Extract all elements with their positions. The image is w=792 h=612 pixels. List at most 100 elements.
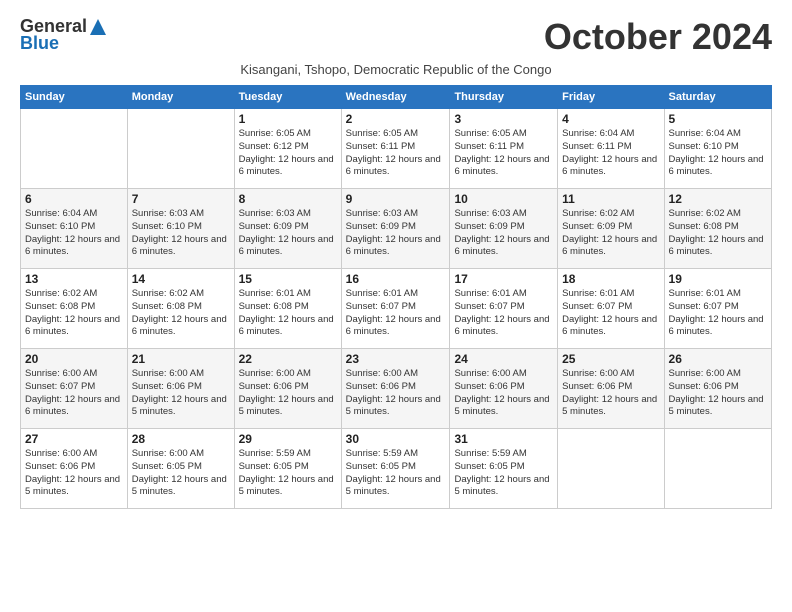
calendar-cell: 10 Sunrise: 6:03 AM Sunset: 6:09 PM Dayli…	[450, 189, 558, 269]
calendar-cell: 25 Sunrise: 6:00 AM Sunset: 6:06 PM Dayli…	[558, 349, 664, 429]
day-number: 19	[669, 272, 767, 286]
header-saturday: Saturday	[664, 86, 771, 109]
day-number: 20	[25, 352, 123, 366]
header-monday: Monday	[127, 86, 234, 109]
day-number: 10	[454, 192, 553, 206]
day-info: Sunrise: 6:02 AM Sunset: 6:08 PM Dayligh…	[25, 288, 123, 339]
day-number: 22	[239, 352, 337, 366]
calendar-cell: 14Sunrise: 6:02 AM Sunset: 6:08 PM Dayli…	[127, 269, 234, 349]
day-number: 31	[454, 432, 553, 446]
calendar-cell	[127, 109, 234, 189]
calendar-cell: 12Sunrise: 6:02 AM Sunset: 6:08 PM Dayli…	[664, 189, 771, 269]
calendar-cell: 20 Sunrise: 6:00 AM Sunset: 6:07 PM Dayli…	[21, 349, 128, 429]
logo-icon	[89, 18, 107, 36]
day-number: 24	[454, 352, 553, 366]
day-info: Sunrise: 6:03 AM Sunset: 6:09 PM Dayligh…	[346, 208, 446, 259]
day-info: Sunrise: 6:05 AM Sunset: 6:11 PM Dayligh…	[454, 128, 553, 179]
day-number: 25	[562, 352, 659, 366]
day-number: 17	[454, 272, 553, 286]
day-info: Sunrise: 6:04 AM Sunset: 6:11 PM Dayligh…	[562, 128, 659, 179]
calendar-cell: 11Sunrise: 6:02 AM Sunset: 6:09 PM Dayli…	[558, 189, 664, 269]
calendar-cell: 17 Sunrise: 6:01 AM Sunset: 6:07 PM Dayli…	[450, 269, 558, 349]
header-sunday: Sunday	[21, 86, 128, 109]
calendar-cell: 9Sunrise: 6:03 AM Sunset: 6:09 PM Daylig…	[341, 189, 450, 269]
day-info: Sunrise: 6:00 AM Sunset: 6:06 PM Dayligh…	[669, 368, 767, 419]
day-number: 28	[132, 432, 230, 446]
calendar-cell: 13 Sunrise: 6:02 AM Sunset: 6:08 PM Dayli…	[21, 269, 128, 349]
day-info: Sunrise: 6:03 AM Sunset: 6:10 PM Dayligh…	[132, 208, 230, 259]
day-info: Sunrise: 6:04 AM Sunset: 6:10 PM Dayligh…	[669, 128, 767, 179]
header: General Blue October 2024	[20, 16, 772, 58]
day-number: 30	[346, 432, 446, 446]
day-info: Sunrise: 6:00 AM Sunset: 6:05 PM Dayligh…	[132, 448, 230, 499]
day-number: 6	[25, 192, 123, 206]
calendar-cell: 22 Sunrise: 6:00 AM Sunset: 6:06 PM Dayli…	[234, 349, 341, 429]
day-number: 8	[239, 192, 337, 206]
calendar-cell: 30 Sunrise: 5:59 AM Sunset: 6:05 PM Dayli…	[341, 429, 450, 509]
header-thursday: Thursday	[450, 86, 558, 109]
calendar-cell: 18 Sunrise: 6:01 AM Sunset: 6:07 PM Dayli…	[558, 269, 664, 349]
subtitle: Kisangani, Tshopo, Democratic Republic o…	[20, 62, 772, 77]
calendar-header-row: Sunday Monday Tuesday Wednesday Thursday…	[21, 86, 772, 109]
calendar-cell: 1 Sunrise: 6:05 AM Sunset: 6:12 PM Daylig…	[234, 109, 341, 189]
day-number: 15	[239, 272, 337, 286]
day-number: 2	[346, 112, 446, 126]
calendar-week-3: 13 Sunrise: 6:02 AM Sunset: 6:08 PM Dayli…	[21, 269, 772, 349]
day-number: 26	[669, 352, 767, 366]
month-title: October 2024	[544, 16, 772, 58]
day-info: Sunrise: 6:00 AM Sunset: 6:07 PM Dayligh…	[25, 368, 123, 419]
day-info: Sunrise: 6:00 AM Sunset: 6:06 PM Dayligh…	[454, 368, 553, 419]
calendar-cell: 4 Sunrise: 6:04 AM Sunset: 6:11 PM Daylig…	[558, 109, 664, 189]
day-info: Sunrise: 6:02 AM Sunset: 6:08 PM Dayligh…	[132, 288, 230, 339]
day-info: Sunrise: 6:05 AM Sunset: 6:12 PM Dayligh…	[239, 128, 337, 179]
day-number: 5	[669, 112, 767, 126]
calendar-week-2: 6 Sunrise: 6:04 AM Sunset: 6:10 PM Daylig…	[21, 189, 772, 269]
calendar-cell: 23 Sunrise: 6:00 AM Sunset: 6:06 PM Dayli…	[341, 349, 450, 429]
calendar-week-4: 20 Sunrise: 6:00 AM Sunset: 6:07 PM Dayli…	[21, 349, 772, 429]
calendar-cell: 6 Sunrise: 6:04 AM Sunset: 6:10 PM Daylig…	[21, 189, 128, 269]
header-wednesday: Wednesday	[341, 86, 450, 109]
logo-blue: Blue	[20, 33, 59, 54]
day-info: Sunrise: 6:05 AM Sunset: 6:11 PM Dayligh…	[346, 128, 446, 179]
calendar-cell: 27Sunrise: 6:00 AM Sunset: 6:06 PM Dayli…	[21, 429, 128, 509]
day-number: 29	[239, 432, 337, 446]
calendar-cell: 24 Sunrise: 6:00 AM Sunset: 6:06 PM Dayli…	[450, 349, 558, 429]
calendar-cell: 31 Sunrise: 5:59 AM Sunset: 6:05 PM Dayli…	[450, 429, 558, 509]
day-info: Sunrise: 6:00 AM Sunset: 6:06 PM Dayligh…	[346, 368, 446, 419]
header-friday: Friday	[558, 86, 664, 109]
day-info: Sunrise: 5:59 AM Sunset: 6:05 PM Dayligh…	[454, 448, 553, 499]
calendar-cell: 28 Sunrise: 6:00 AM Sunset: 6:05 PM Dayli…	[127, 429, 234, 509]
day-info: Sunrise: 6:01 AM Sunset: 6:07 PM Dayligh…	[562, 288, 659, 339]
day-info: Sunrise: 6:04 AM Sunset: 6:10 PM Dayligh…	[25, 208, 123, 259]
day-number: 18	[562, 272, 659, 286]
day-info: Sunrise: 6:00 AM Sunset: 6:06 PM Dayligh…	[562, 368, 659, 419]
day-info: Sunrise: 6:00 AM Sunset: 6:06 PM Dayligh…	[132, 368, 230, 419]
day-number: 21	[132, 352, 230, 366]
day-info: Sunrise: 5:59 AM Sunset: 6:05 PM Dayligh…	[239, 448, 337, 499]
day-number: 3	[454, 112, 553, 126]
day-number: 13	[25, 272, 123, 286]
day-number: 16	[346, 272, 446, 286]
day-info: Sunrise: 6:03 AM Sunset: 6:09 PM Dayligh…	[454, 208, 553, 259]
calendar-cell	[664, 429, 771, 509]
day-number: 4	[562, 112, 659, 126]
day-info: Sunrise: 6:00 AM Sunset: 6:06 PM Dayligh…	[25, 448, 123, 499]
day-number: 7	[132, 192, 230, 206]
day-info: Sunrise: 5:59 AM Sunset: 6:05 PM Dayligh…	[346, 448, 446, 499]
day-number: 23	[346, 352, 446, 366]
calendar-cell: 26 Sunrise: 6:00 AM Sunset: 6:06 PM Dayli…	[664, 349, 771, 429]
calendar-cell	[21, 109, 128, 189]
calendar-cell: 29 Sunrise: 5:59 AM Sunset: 6:05 PM Dayli…	[234, 429, 341, 509]
day-info: Sunrise: 6:02 AM Sunset: 6:08 PM Dayligh…	[669, 208, 767, 259]
calendar-cell: 3 Sunrise: 6:05 AM Sunset: 6:11 PM Daylig…	[450, 109, 558, 189]
calendar-cell: 19Sunrise: 6:01 AM Sunset: 6:07 PM Dayli…	[664, 269, 771, 349]
calendar-cell: 5 Sunrise: 6:04 AM Sunset: 6:10 PM Daylig…	[664, 109, 771, 189]
logo: General Blue	[20, 16, 107, 54]
day-info: Sunrise: 6:01 AM Sunset: 6:07 PM Dayligh…	[454, 288, 553, 339]
page: General Blue October 2024 Kisangani, Tsh…	[0, 0, 792, 519]
calendar-cell: 15Sunrise: 6:01 AM Sunset: 6:08 PM Dayli…	[234, 269, 341, 349]
calendar-cell: 7 Sunrise: 6:03 AM Sunset: 6:10 PM Daylig…	[127, 189, 234, 269]
day-number: 1	[239, 112, 337, 126]
day-info: Sunrise: 6:03 AM Sunset: 6:09 PM Dayligh…	[239, 208, 337, 259]
day-info: Sunrise: 6:00 AM Sunset: 6:06 PM Dayligh…	[239, 368, 337, 419]
